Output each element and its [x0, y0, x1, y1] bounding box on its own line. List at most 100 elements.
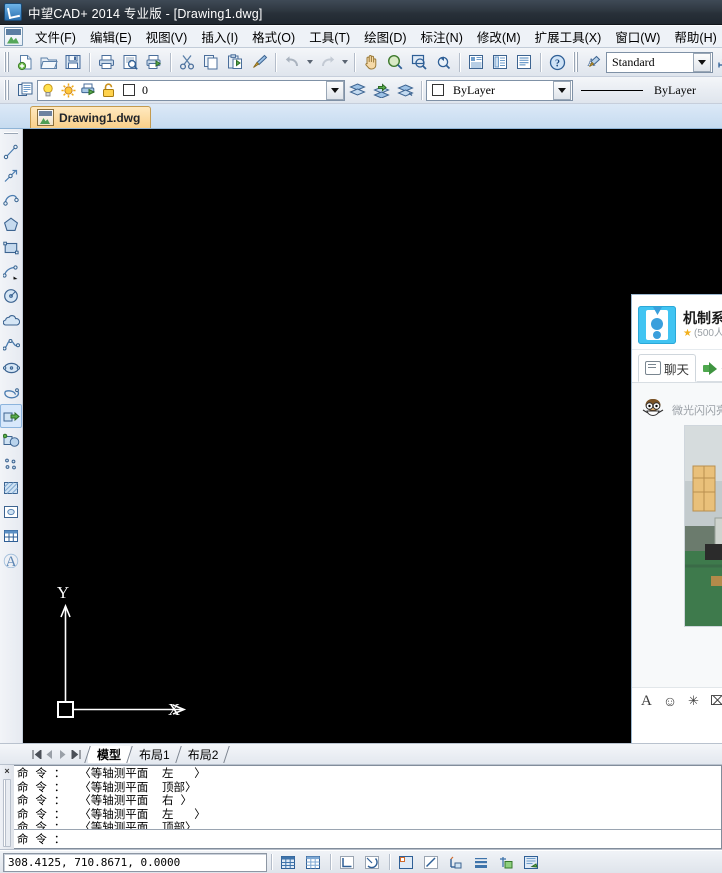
hatch-icon[interactable]: [0, 476, 22, 500]
revision-cloud-icon[interactable]: [0, 308, 22, 332]
drawing-canvas[interactable]: Y X 机制系 ★ (500人群: [23, 129, 722, 743]
layer-tools-icon[interactable]: [393, 78, 417, 102]
layout-tab-layout2[interactable]: 布局2: [179, 746, 228, 763]
pan-button[interactable]: [359, 50, 383, 74]
doc-tab-drawing1[interactable]: Drawing1.dwg: [30, 106, 152, 128]
layer-dropdown-button[interactable]: [326, 80, 344, 100]
menu-edit[interactable]: 编辑(E): [83, 25, 139, 48]
qq-group-avatar[interactable]: [638, 306, 676, 344]
zoom-window-button[interactable]: [407, 50, 431, 74]
properties-button[interactable]: [464, 50, 488, 74]
polar-tracking-icon[interactable]: [360, 852, 384, 873]
color-dropdown-button[interactable]: [553, 80, 571, 100]
redo-dropdown-arrow[interactable]: [339, 51, 350, 73]
nav-next-icon[interactable]: [56, 747, 69, 761]
ray-icon[interactable]: [0, 164, 22, 188]
undo-button[interactable]: [280, 50, 304, 74]
menu-express-tools[interactable]: 扩展工具(X): [528, 25, 609, 48]
copy-button[interactable]: [199, 50, 223, 74]
ellipse-icon[interactable]: [0, 356, 22, 380]
layer-plot-icon[interactable]: [78, 80, 98, 100]
table-icon[interactable]: [0, 524, 22, 548]
print-button[interactable]: [94, 50, 118, 74]
sun-freeze-icon[interactable]: [58, 80, 78, 100]
layout-tab-layout1[interactable]: 布局1: [130, 746, 179, 763]
toolbar-grip[interactable]: [572, 52, 579, 72]
grid-icon[interactable]: [301, 852, 325, 873]
menu-window[interactable]: 窗口(W): [608, 25, 667, 48]
spline-icon[interactable]: [0, 332, 22, 356]
qq-tab-chat[interactable]: 聊天: [638, 354, 697, 382]
magic-wand-icon[interactable]: ✳: [688, 693, 699, 709]
nav-last-icon[interactable]: [69, 747, 82, 761]
cut-button[interactable]: [175, 50, 199, 74]
tool-palette-button[interactable]: [512, 50, 536, 74]
text-style-icon[interactable]: A: [582, 50, 606, 74]
close-icon[interactable]: ×: [4, 767, 9, 776]
dynamic-input-icon[interactable]: [494, 852, 518, 873]
qq-message-input[interactable]: [632, 714, 722, 743]
nav-prev-icon[interactable]: [43, 747, 56, 761]
font-a-icon[interactable]: A: [641, 693, 652, 710]
zoom-previous-button[interactable]: [431, 50, 455, 74]
menu-draw[interactable]: 绘图(D): [357, 25, 413, 48]
print-preview-button[interactable]: [118, 50, 142, 74]
smiley-icon[interactable]: ☺: [663, 693, 677, 709]
padlock-unlocked-icon[interactable]: [98, 80, 118, 100]
ellipse-arc-icon[interactable]: [0, 380, 22, 404]
menu-format[interactable]: 格式(O): [245, 25, 302, 48]
snap-grid-icon[interactable]: [276, 852, 300, 873]
layout-tab-model[interactable]: 模型: [88, 746, 131, 763]
help-button[interactable]: ?: [545, 50, 569, 74]
layer-previous-button[interactable]: [345, 78, 369, 102]
toolbar-grip[interactable]: [4, 131, 18, 137]
text-a-icon[interactable]: A: [0, 548, 22, 572]
dwg-document-icon[interactable]: [4, 26, 23, 46]
qq-message-list[interactable]: 微光闪闪亮: [632, 383, 722, 687]
text-style-dropdown-button[interactable]: [693, 52, 711, 72]
menu-file[interactable]: 文件(F): [28, 25, 83, 48]
new-file-button[interactable]: [13, 50, 37, 74]
point-icon[interactable]: [0, 452, 22, 476]
zoom-realtime-button[interactable]: [383, 50, 407, 74]
command-window-scrollbar[interactable]: [3, 779, 11, 847]
layer-properties-icon[interactable]: [13, 78, 37, 102]
polyline-icon[interactable]: [0, 188, 22, 212]
plot-button[interactable]: [142, 50, 166, 74]
layer-combo[interactable]: 0: [37, 79, 345, 101]
nav-first-icon[interactable]: [30, 747, 43, 761]
photo-thumbnail[interactable]: [684, 425, 722, 627]
undo-dropdown-arrow[interactable]: [304, 51, 315, 73]
qq-group-chat-window[interactable]: 机制系 ★ (500人群 聊天 公: [631, 294, 722, 743]
polygon-icon[interactable]: [0, 212, 22, 236]
toolbar-grip[interactable]: [3, 52, 10, 72]
linetype-combo[interactable]: ByLayer: [573, 81, 722, 100]
lineweight-icon[interactable]: [469, 852, 493, 873]
menu-tools[interactable]: 工具(T): [302, 25, 357, 48]
qq-tab-announcement[interactable]: 公: [696, 354, 722, 382]
menu-view[interactable]: 视图(V): [139, 25, 195, 48]
menu-modify[interactable]: 修改(M): [470, 25, 528, 48]
lightbulb-on-icon[interactable]: [38, 80, 58, 100]
arc-icon[interactable]: [0, 260, 22, 284]
rectangle-icon[interactable]: [0, 236, 22, 260]
model-paper-icon[interactable]: [519, 852, 543, 873]
save-file-button[interactable]: [61, 50, 85, 74]
menu-dimension[interactable]: 标注(N): [414, 25, 470, 48]
color-combo[interactable]: ByLayer: [426, 79, 573, 101]
redo-button[interactable]: [315, 50, 339, 74]
command-input[interactable]: 命 令 ：: [14, 829, 721, 848]
make-block-icon[interactable]: [0, 428, 22, 452]
design-center-button[interactable]: [488, 50, 512, 74]
screenshot-icon[interactable]: ⌧: [710, 693, 722, 709]
object-track-icon[interactable]: [419, 852, 443, 873]
toolbar-grip[interactable]: [3, 80, 10, 100]
object-snap-icon[interactable]: [394, 852, 418, 873]
dim-style-icon[interactable]: [713, 50, 722, 74]
ortho-icon[interactable]: [335, 852, 359, 873]
circle-icon[interactable]: [0, 284, 22, 308]
line-icon[interactable]: [0, 140, 22, 164]
text-style-combo[interactable]: Standard: [606, 51, 713, 73]
make-current-layer-icon[interactable]: [369, 78, 393, 102]
paste-button[interactable]: [223, 50, 247, 74]
